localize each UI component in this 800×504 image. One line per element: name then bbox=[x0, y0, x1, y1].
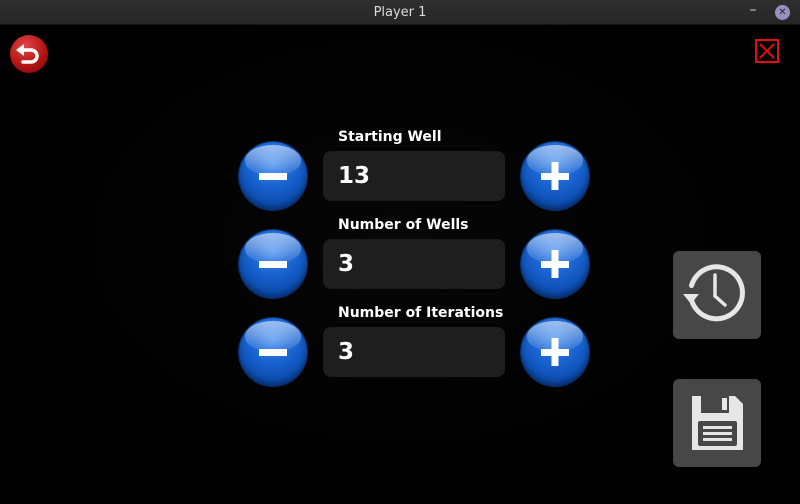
save-button[interactable] bbox=[673, 379, 761, 467]
number-of-wells-value: 3 bbox=[338, 251, 355, 277]
window-title: Player 1 bbox=[373, 5, 427, 20]
starting-well-increment-button[interactable] bbox=[521, 142, 589, 210]
app-window: Player 1 – ✕ Starting Well 13 Number of … bbox=[0, 0, 800, 504]
starting-well-value: 13 bbox=[338, 163, 371, 189]
history-button[interactable] bbox=[673, 251, 761, 339]
number-of-iterations-value: 3 bbox=[338, 339, 355, 365]
number-of-wells-increment-button[interactable] bbox=[521, 230, 589, 298]
number-of-iterations-increment-button[interactable] bbox=[521, 318, 589, 386]
starting-well-field[interactable]: 13 bbox=[323, 151, 505, 201]
starting-well-label: Starting Well bbox=[338, 129, 442, 145]
main-content: Starting Well 13 Number of Wells 3 Numbe… bbox=[0, 25, 800, 504]
close-x-icon bbox=[759, 43, 775, 59]
minus-icon bbox=[259, 261, 287, 268]
history-icon bbox=[683, 264, 745, 322]
title-bar: Player 1 – ✕ bbox=[0, 0, 800, 25]
minus-icon bbox=[259, 173, 287, 180]
number-of-wells-field[interactable]: 3 bbox=[323, 239, 505, 289]
number-of-iterations-field[interactable]: 3 bbox=[323, 327, 505, 377]
number-of-iterations-label: Number of Iterations bbox=[338, 305, 504, 321]
number-of-wells-label: Number of Wells bbox=[338, 217, 469, 233]
number-of-wells-decrement-button[interactable] bbox=[239, 230, 307, 298]
save-icon bbox=[692, 396, 743, 450]
minus-icon bbox=[259, 349, 287, 356]
minimize-button[interactable]: – bbox=[745, 3, 761, 20]
undo-arrow-icon bbox=[16, 44, 39, 64]
plus-icon bbox=[541, 250, 569, 278]
plus-icon bbox=[541, 162, 569, 190]
exit-button[interactable] bbox=[755, 39, 779, 63]
starting-well-decrement-button[interactable] bbox=[239, 142, 307, 210]
plus-icon bbox=[541, 338, 569, 366]
number-of-iterations-decrement-button[interactable] bbox=[239, 318, 307, 386]
back-button[interactable] bbox=[10, 35, 48, 73]
window-close-button[interactable]: ✕ bbox=[775, 5, 790, 20]
